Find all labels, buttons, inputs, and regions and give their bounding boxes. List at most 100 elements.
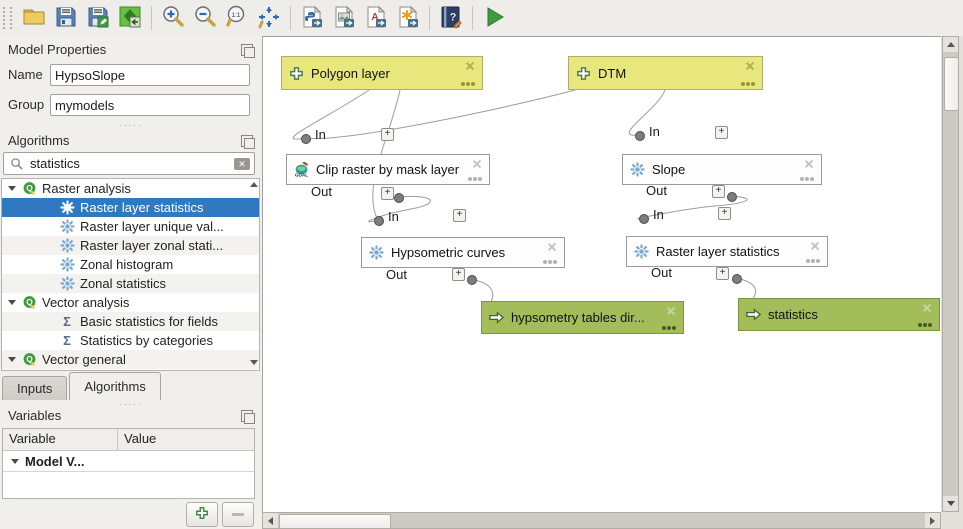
model-group-input[interactable]	[50, 94, 250, 116]
model-name-input[interactable]	[50, 64, 250, 86]
node-options-icon[interactable]	[467, 177, 482, 181]
help-button[interactable]: ?	[437, 4, 465, 32]
canvas-horizontal-scrollbar[interactable]	[262, 512, 941, 529]
float-panel-icon[interactable]	[241, 135, 253, 147]
model-node-dtm[interactable]: DTM	[568, 56, 763, 90]
node-options-icon[interactable]	[805, 259, 820, 263]
export-svg-icon	[396, 5, 420, 32]
expand-sockets-button[interactable]: +	[452, 268, 465, 281]
tree-group-vector-analysis[interactable]: Q Vector analysis	[2, 293, 259, 312]
node-options-icon[interactable]	[740, 82, 755, 86]
canvas-vertical-scrollbar[interactable]	[942, 36, 959, 512]
node-options-icon[interactable]	[799, 177, 814, 181]
socket-dot[interactable]	[727, 192, 737, 202]
tab-inputs[interactable]: Inputs	[2, 376, 67, 400]
zoom-out-button[interactable]	[191, 4, 219, 32]
scroll-up-icon[interactable]	[250, 182, 258, 187]
save-model-button[interactable]	[52, 4, 80, 32]
toolbar-drag-handle[interactable]	[3, 7, 12, 29]
variables-group-row[interactable]: Model V...	[3, 451, 254, 472]
qgis-icon: Q	[21, 181, 37, 197]
model-node-hypsometric-curves[interactable]: Hypsometric curves	[361, 237, 565, 268]
socket-dot[interactable]	[639, 214, 649, 224]
save-in-project-button[interactable]	[116, 4, 144, 32]
socket-dot[interactable]	[467, 275, 477, 285]
column-header-value[interactable]: Value	[118, 429, 162, 450]
horizontal-scroll-thumb[interactable]	[279, 514, 391, 529]
node-options-icon[interactable]	[917, 323, 932, 327]
remove-node-icon[interactable]	[547, 242, 557, 252]
open-model-button[interactable]	[20, 4, 48, 32]
search-input[interactable]	[28, 155, 234, 172]
scroll-right-button[interactable]	[925, 513, 940, 528]
expand-sockets-button[interactable]: +	[381, 128, 394, 141]
socket-dot[interactable]	[394, 193, 404, 203]
model-node-slope[interactable]: Slope	[622, 154, 822, 185]
column-header-variable[interactable]: Variable	[3, 429, 118, 450]
tree-scrollbar[interactable]	[249, 180, 260, 367]
chevron-down-icon[interactable]	[11, 459, 19, 464]
tree-group-vector-general[interactable]: Q Vector general	[2, 350, 259, 369]
model-node-hypsometry-tables-output[interactable]: hypsometry tables dir...	[481, 301, 684, 334]
panel-splitter-handle[interactable]: ·····	[0, 121, 262, 130]
tree-group-raster-analysis[interactable]: Q Raster analysis	[2, 179, 259, 198]
remove-node-icon[interactable]	[666, 306, 676, 316]
expand-sockets-button[interactable]: +	[381, 187, 394, 200]
zoom-actual-button[interactable]: 1:1	[223, 4, 251, 32]
tree-item-zonal-histogram[interactable]: Zonal histogram	[2, 255, 259, 274]
tree-item-raster-layer-zonal-statistics[interactable]: Raster layer zonal stati...	[2, 236, 259, 255]
run-model-button[interactable]	[480, 4, 508, 32]
vertical-scroll-thumb[interactable]	[944, 57, 959, 111]
model-node-clip-raster-by-mask-layer[interactable]: GDAL Clip raster by mask layer	[286, 154, 490, 185]
tree-item-raster-layer-statistics[interactable]: Raster layer statistics	[2, 198, 259, 217]
remove-node-icon[interactable]	[745, 61, 755, 71]
scroll-up-button[interactable]	[943, 37, 958, 52]
export-svg-button[interactable]	[394, 4, 422, 32]
tree-item-raster-layer-unique-values[interactable]: Raster layer unique val...	[2, 217, 259, 236]
save-model-as-button[interactable]	[84, 4, 112, 32]
node-options-icon[interactable]	[542, 260, 557, 264]
remove-node-icon[interactable]	[922, 303, 932, 313]
model-node-raster-layer-statistics[interactable]: Raster layer statistics	[626, 236, 828, 267]
remove-node-icon[interactable]	[804, 159, 814, 169]
expand-sockets-button[interactable]: +	[716, 267, 729, 280]
socket-dot[interactable]	[732, 274, 742, 284]
expand-sockets-button[interactable]: +	[712, 185, 725, 198]
expand-sockets-button[interactable]: +	[715, 126, 728, 139]
add-variable-button[interactable]	[186, 502, 218, 527]
scroll-down-button[interactable]	[943, 496, 958, 511]
tree-item-zonal-statistics[interactable]: Zonal statistics	[2, 274, 259, 293]
remove-node-icon[interactable]	[472, 159, 482, 169]
zoom-full-button[interactable]	[255, 4, 283, 32]
export-pdf-button[interactable]: A	[362, 4, 390, 32]
remove-node-icon[interactable]	[810, 241, 820, 251]
socket-dot[interactable]	[635, 131, 645, 141]
chevron-down-icon[interactable]	[8, 186, 16, 191]
expand-sockets-button[interactable]: +	[453, 209, 466, 222]
clear-search-icon[interactable]: ✕	[234, 158, 250, 170]
export-image-button[interactable]	[330, 4, 358, 32]
model-canvas[interactable]: Polygon layer DTM In + GDAL Clip raster …	[262, 36, 941, 512]
remove-node-icon[interactable]	[465, 61, 475, 71]
zoom-in-button[interactable]	[159, 4, 187, 32]
chevron-down-icon[interactable]	[8, 357, 16, 362]
socket-dot[interactable]	[301, 134, 311, 144]
export-python-button[interactable]	[298, 4, 326, 32]
tree-item-statistics-by-categories[interactable]: Σ Statistics by categories	[2, 331, 259, 350]
socket-dot[interactable]	[374, 216, 384, 226]
scroll-down-icon[interactable]	[250, 360, 258, 365]
tree-item-basic-statistics-for-fields[interactable]: Σ Basic statistics for fields	[2, 312, 259, 331]
node-options-icon[interactable]	[460, 82, 475, 86]
tab-algorithms[interactable]: Algorithms	[69, 372, 160, 400]
model-node-polygon-layer[interactable]: Polygon layer	[281, 56, 483, 90]
remove-variable-button[interactable]	[222, 502, 254, 527]
panel-tabs: Inputs Algorithms	[2, 370, 163, 400]
scroll-left-button[interactable]	[263, 513, 278, 528]
chevron-down-icon[interactable]	[8, 300, 16, 305]
float-panel-icon[interactable]	[241, 410, 253, 422]
variables-table: Variable Value Model V...	[2, 428, 255, 499]
float-panel-icon[interactable]	[241, 44, 253, 56]
node-options-icon[interactable]	[661, 326, 676, 330]
model-node-statistics-output[interactable]: statistics	[738, 298, 940, 331]
expand-sockets-button[interactable]: +	[718, 207, 731, 220]
